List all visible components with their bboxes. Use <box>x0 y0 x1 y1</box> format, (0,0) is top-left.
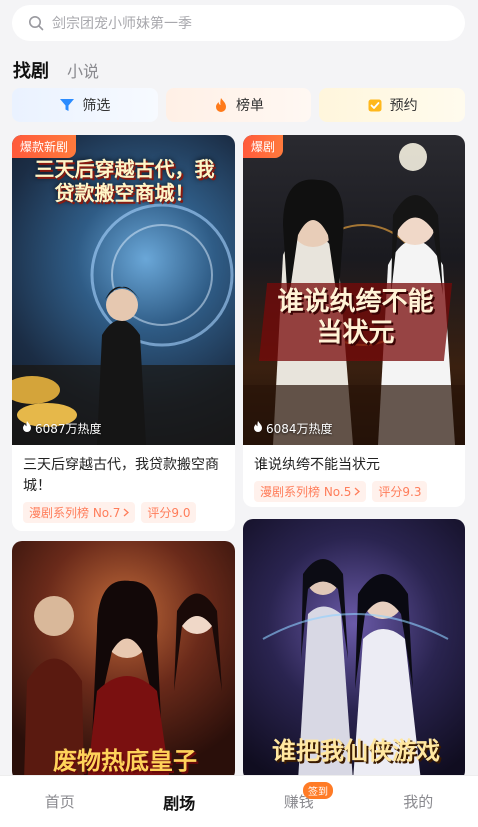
poster-title: 三天后穿越古代，我贷款搬空商城！ <box>34 157 215 205</box>
reserve-label: 预约 <box>389 98 418 114</box>
drama-card[interactable]: 废物热底皇子 <box>12 541 235 781</box>
chevron-right-icon <box>123 506 130 520</box>
nav-theater[interactable]: 剧场 <box>120 776 240 827</box>
tab-novel[interactable]: 小说 <box>67 58 99 82</box>
nav-profile-label: 我的 <box>403 793 434 811</box>
drama-title: 三天后穿越古代，我贷款搬空商城！ <box>23 457 219 494</box>
status-badge: 爆款新剧 <box>12 135 77 158</box>
ranking-label: 榜单 <box>236 98 264 114</box>
score-tag: 评分9.3 <box>372 481 428 502</box>
heat-count: 6084万热度 <box>253 420 333 437</box>
drama-card[interactable]: 三天后穿越古代，我贷款搬空商城！ 爆款新剧 6087万热度 三天后穿越古代，我贷… <box>12 135 235 531</box>
drama-poster[interactable]: 谁说纨绔不能当状元 爆剧 6084万热度 <box>243 135 465 445</box>
tab-drama[interactable]: 找剧 <box>13 57 49 83</box>
flame-icon <box>253 421 263 436</box>
drama-poster[interactable]: 废物热底皇子 <box>12 541 235 781</box>
score-tag: 评分9.0 <box>141 502 197 523</box>
filter-bar: 筛选 榜单 预约 <box>12 88 466 122</box>
heat-text: 6087万热度 <box>35 422 102 436</box>
ranking-button[interactable]: 榜单 <box>165 88 312 122</box>
filter-label: 筛选 <box>82 98 111 114</box>
rank-tag-label: 漫剧系列榜 No.7 <box>29 506 121 520</box>
tag-row: 漫剧系列榜 No.5 评分9.3 <box>243 476 465 502</box>
drama-card[interactable]: 谁说纨绔不能当状元 爆剧 6084万热度 谁说纨绔不能当状元 漫剧系列榜 No.… <box>243 135 465 507</box>
nav-earn[interactable]: 赚钱 签到 <box>239 776 359 827</box>
drama-card[interactable]: 谁把我仙侠游戏 <box>243 519 465 781</box>
rank-tag[interactable]: 漫剧系列榜 No.7 <box>23 502 136 523</box>
drama-poster[interactable]: 三天后穿越古代，我贷款搬空商城！ 爆款新剧 6087万热度 <box>12 135 235 445</box>
poster-title: 谁说纨绔不能当状元 <box>277 287 434 349</box>
rank-tag[interactable]: 漫剧系列榜 No.5 <box>254 481 367 502</box>
bottom-navigation: 首页 剧场 赚钱 签到 我的 <box>0 775 478 827</box>
poster-artwork <box>24 580 222 781</box>
status-badge: 爆剧 <box>243 135 284 158</box>
filter-button[interactable]: 筛选 <box>12 88 158 122</box>
nav-home-label: 首页 <box>44 793 75 811</box>
search-bar[interactable]: 剑宗团宠小师妹第一季 <box>12 5 465 41</box>
drama-title: 谁说纨绔不能当状元 <box>254 457 380 473</box>
search-icon <box>28 15 44 31</box>
calendar-check-icon <box>367 97 383 113</box>
checkin-badge: 签到 <box>303 782 333 799</box>
rank-tag-label: 漫剧系列榜 No.5 <box>260 485 352 499</box>
flame-icon <box>22 421 32 436</box>
heat-count: 6087万热度 <box>22 420 102 437</box>
flame-icon <box>213 97 229 113</box>
tag-row: 漫剧系列榜 No.7 评分9.0 <box>12 497 235 523</box>
heat-text: 6084万热度 <box>266 422 333 436</box>
poster-title: 废物热底皇子 <box>53 746 197 775</box>
drama-poster[interactable]: 谁把我仙侠游戏 <box>243 519 465 781</box>
nav-theater-label: 剧场 <box>163 793 196 813</box>
nav-profile[interactable]: 我的 <box>359 776 478 827</box>
poster-title: 谁把我仙侠游戏 <box>272 736 440 765</box>
search-placeholder: 剑宗团宠小师妹第一季 <box>52 16 192 32</box>
chevron-right-icon <box>354 485 361 499</box>
nav-home[interactable]: 首页 <box>0 776 120 827</box>
funnel-icon <box>59 97 75 113</box>
content-tabs: 找剧 小说 <box>13 57 99 83</box>
reserve-button[interactable]: 预约 <box>319 88 466 122</box>
